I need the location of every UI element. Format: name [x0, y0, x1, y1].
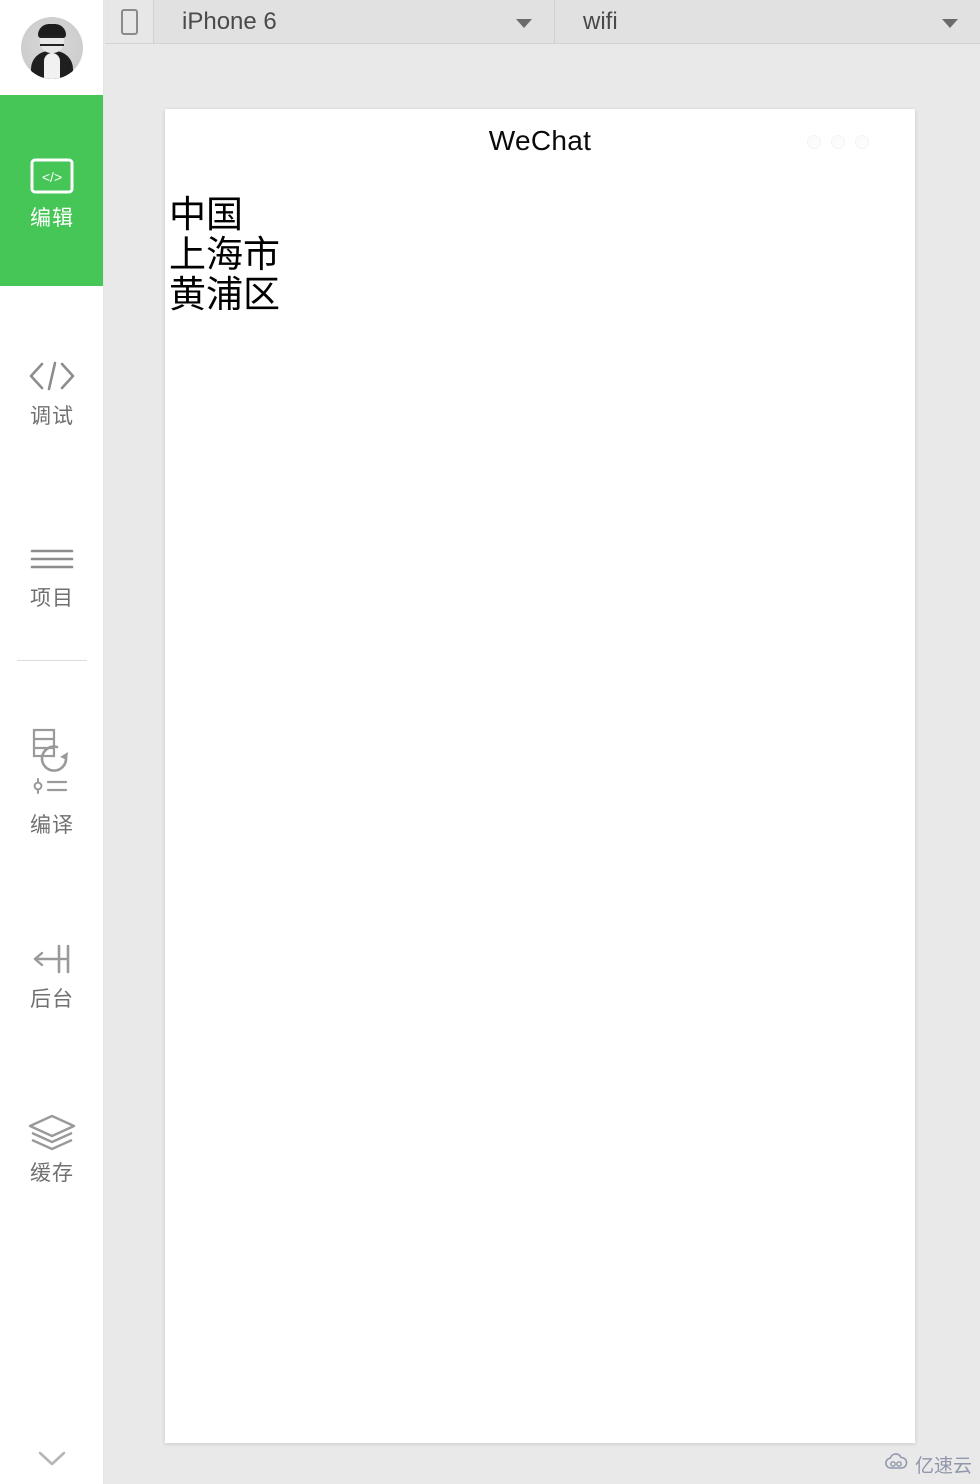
- address-line-city: 上海市: [169, 233, 280, 276]
- sidebar-more-button[interactable]: [0, 1436, 103, 1484]
- wechat-navbar-title: WeChat: [488, 125, 592, 156]
- capsule-dot: [855, 135, 869, 149]
- code-window-icon: </>: [30, 146, 74, 206]
- layers-stack-icon: [0, 1105, 103, 1161]
- device-toggle-button[interactable]: [105, 0, 153, 43]
- sidebar-item-debug-label: 调试: [30, 405, 74, 428]
- phone-outline-icon: [120, 8, 138, 35]
- sidebar-item-project[interactable]: 项目: [0, 500, 103, 622]
- avatar-shirt-shape: [43, 52, 60, 79]
- refresh-compile-icon: [0, 721, 103, 813]
- address-line-country: 中国: [169, 193, 243, 236]
- svg-text:</>: </>: [42, 169, 62, 185]
- sidebar-item-compile-label: 编译: [30, 814, 74, 837]
- caret-down-icon: [942, 18, 958, 28]
- sidebar-item-cache-label: 缓存: [30, 1162, 74, 1185]
- address-line-district: 黄浦区: [169, 273, 280, 316]
- sidebar-item-background-label: 后台: [30, 988, 74, 1011]
- top-toolbar: iPhone 6 wifi: [105, 0, 980, 44]
- network-select[interactable]: wifi: [554, 0, 980, 43]
- sidebar-item-edit-label: 编辑: [30, 206, 74, 230]
- caret-down-icon: [516, 18, 532, 28]
- sidebar-item-cache[interactable]: 缓存: [0, 1075, 103, 1197]
- avatar-container[interactable]: [0, 0, 103, 95]
- sidebar-item-compile[interactable]: 编译: [0, 691, 103, 849]
- chevron-down-icon: [30, 1446, 74, 1475]
- capsule-dot: [807, 135, 821, 149]
- sidebar-item-debug[interactable]: 调试: [0, 318, 103, 440]
- sidebar-item-edit[interactable]: </> 编辑: [0, 95, 103, 286]
- avatar[interactable]: [20, 16, 83, 79]
- sidebar: </> 编辑 调试 项目 编译 后台 缓存: [0, 0, 104, 1484]
- avatar-glasses-shape: [39, 35, 64, 46]
- background-arrow-icon: [0, 931, 103, 987]
- device-select[interactable]: iPhone 6: [153, 0, 554, 43]
- capsule-dots-icon[interactable]: [807, 135, 869, 149]
- device-select-value: iPhone 6: [182, 7, 277, 35]
- wechat-page-body: 中国 上海市 黄浦区: [165, 173, 915, 315]
- phone-preview[interactable]: WeChat 中国 上海市 黄浦区: [165, 109, 915, 1443]
- hamburger-list-icon: [0, 530, 103, 586]
- sidebar-item-background[interactable]: 后台: [0, 901, 103, 1023]
- sidebar-divider: [17, 660, 87, 661]
- network-select-value: wifi: [583, 7, 618, 35]
- watermark: 亿速云: [883, 1451, 972, 1478]
- capsule-dot: [831, 135, 845, 149]
- code-brackets-icon: [0, 348, 103, 404]
- simulator-workspace: WeChat 中国 上海市 黄浦区: [105, 44, 980, 1484]
- wechat-navbar: WeChat: [165, 109, 915, 173]
- watermark-text: 亿速云: [914, 1455, 972, 1477]
- sidebar-item-project-label: 项目: [30, 587, 74, 610]
- cloud-logo-icon: [883, 1452, 909, 1477]
